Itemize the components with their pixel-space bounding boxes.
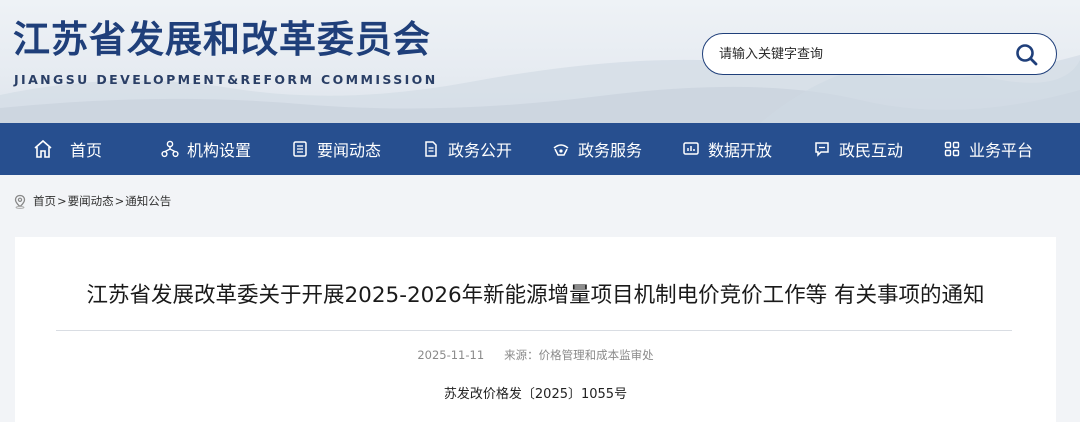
grid-icon bbox=[941, 138, 963, 160]
article-title: 江苏省发展改革委关于开展2025-2026年新能源增量项目机制电价竞价工作等 有… bbox=[86, 283, 985, 308]
org-chart-icon bbox=[159, 138, 181, 160]
data-icon bbox=[680, 138, 702, 160]
nav-label: 要闻动态 bbox=[317, 141, 382, 160]
nav-item-interact[interactable]: 政民互动 bbox=[811, 123, 903, 175]
document-number: 苏发改价格发〔2025〕1055号 bbox=[443, 387, 628, 402]
title-divider bbox=[56, 330, 1012, 331]
nav-label: 数据开放 bbox=[708, 141, 773, 160]
nav-label: 政务服务 bbox=[578, 141, 643, 160]
chat-icon bbox=[811, 138, 833, 160]
nav-item-home[interactable]: 首页 bbox=[32, 123, 102, 175]
site-title: 江苏省发展和改革委员会 bbox=[13, 18, 431, 61]
breadcrumb-notice-link[interactable]: 通知公告 bbox=[125, 193, 171, 209]
nav-item-data[interactable]: 数据开放 bbox=[680, 123, 772, 175]
nav-label: 机构设置 bbox=[187, 141, 252, 160]
breadcrumb-news-link[interactable]: 要闻动态 bbox=[68, 193, 114, 209]
site-header: 江苏省发展和改革委员会 JIANGSU DEVELOPMENT&REFORM C… bbox=[0, 0, 1080, 123]
document-icon bbox=[420, 138, 442, 160]
news-icon bbox=[289, 138, 311, 160]
site-subtitle: JIANGSU DEVELOPMENT&REFORM COMMISSION bbox=[14, 72, 438, 87]
search-input[interactable] bbox=[719, 39, 999, 69]
search-box bbox=[702, 33, 1057, 75]
service-icon bbox=[550, 138, 572, 160]
breadcrumb-separator: > bbox=[114, 194, 125, 208]
nav-item-platform[interactable]: 业务平台 bbox=[941, 123, 1033, 175]
main-nav: 首页 机构设置 要闻动态 政务公开 政务服务 数据开放 政民互动 业务平台 bbox=[0, 123, 1080, 175]
nav-label: 政务公开 bbox=[448, 141, 513, 160]
article-date: 2025-11-11 bbox=[417, 348, 485, 362]
breadcrumb: 首页 > 要闻动态 > 通知公告 bbox=[13, 192, 171, 210]
nav-item-service[interactable]: 政务服务 bbox=[550, 123, 642, 175]
location-pin-icon bbox=[13, 194, 27, 209]
article-source: 来源：价格管理和成本监审处 bbox=[504, 348, 654, 362]
nav-item-org[interactable]: 机构设置 bbox=[159, 123, 251, 175]
nav-label: 首页 bbox=[70, 141, 103, 160]
nav-item-news[interactable]: 要闻动态 bbox=[289, 123, 381, 175]
nav-label: 政民互动 bbox=[839, 141, 904, 160]
article-card: 江苏省发展改革委关于开展2025-2026年新能源增量项目机制电价竞价工作等 有… bbox=[15, 237, 1056, 422]
home-icon bbox=[32, 138, 54, 160]
nav-label: 业务平台 bbox=[969, 141, 1034, 160]
search-icon[interactable] bbox=[1014, 42, 1040, 68]
breadcrumb-home-link[interactable]: 首页 bbox=[33, 193, 56, 209]
article-meta: 2025-11-11 来源：价格管理和成本监审处 bbox=[15, 347, 1056, 363]
breadcrumb-separator: > bbox=[57, 194, 67, 208]
nav-item-public[interactable]: 政务公开 bbox=[420, 123, 512, 175]
